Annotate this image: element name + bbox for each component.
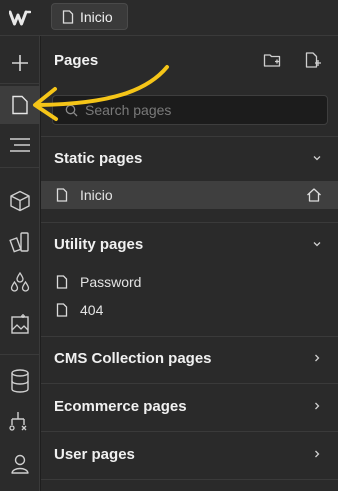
section-static-pages[interactable]: Static pages [41,138,338,178]
chevron-right-icon [315,354,320,362]
swatch-icon [9,232,29,253]
page-label: Password [80,274,142,290]
section-divider [41,222,338,223]
section-utility-pages[interactable]: Utility pages [41,224,338,264]
current-page-label: Inicio [80,8,113,25]
new-folder-icon[interactable] [263,52,281,68]
section-title: User pages [54,445,135,463]
page-label: Inicio [80,187,113,203]
ecommerce-button[interactable] [0,403,40,441]
section-divider [41,479,338,480]
page-icon [56,188,68,202]
new-page-icon[interactable] [304,52,322,68]
rail-divider [0,83,40,84]
panel-header: Pages [41,36,338,84]
image-icon [11,314,29,334]
rail-divider [0,354,40,355]
logic-flow-icon [9,412,27,431]
section-ecommerce-pages[interactable]: Ecommerce pages [41,386,338,426]
webflow-logo-icon[interactable] [9,9,31,27]
cms-button[interactable] [0,362,40,400]
top-bar: Inicio [0,0,338,36]
page-row-404[interactable]: 404 [41,296,338,324]
page-row-inicio[interactable]: Inicio [41,181,338,209]
section-divider [41,136,338,137]
section-title: Ecommerce pages [54,397,187,415]
section-divider [41,383,338,384]
pages-panel: Pages Static pages Inicio Utility p [41,36,338,491]
page-icon [56,303,68,317]
chevron-right-icon [315,450,320,458]
search-box[interactable] [52,95,328,125]
chevron-down-icon [313,156,321,161]
plus-icon [12,55,28,71]
components-button[interactable] [0,182,40,220]
section-user-pages[interactable]: User pages [41,434,338,474]
droplets-icon [10,271,30,292]
page-icon [56,275,68,289]
chevron-right-icon [315,402,320,410]
search-icon [65,104,78,117]
current-page-selector[interactable]: Inicio [51,3,128,30]
chevron-down-icon [313,242,321,247]
page-icon [12,95,28,115]
page-icon [62,9,74,24]
rail-divider [0,167,40,168]
variables-button[interactable] [0,223,40,261]
styles-button[interactable] [0,263,40,301]
page-row-password[interactable]: Password [41,268,338,296]
search-input[interactable] [85,96,321,124]
cube-icon [10,190,30,212]
page-label: 404 [80,302,104,318]
navigator-icon [10,138,30,152]
database-icon [11,369,29,393]
section-divider [41,336,338,337]
home-icon[interactable] [306,187,322,203]
panel-title: Pages [54,51,99,69]
assets-button[interactable] [0,305,40,343]
section-title: Utility pages [54,235,144,253]
user-icon [11,454,29,474]
section-title: CMS Collection pages [54,349,212,367]
left-toolbar [0,36,40,491]
section-cms-collection-pages[interactable]: CMS Collection pages [41,338,338,378]
users-button[interactable] [0,445,40,483]
pages-button[interactable] [0,86,40,124]
add-element-button[interactable] [0,44,40,82]
section-divider [41,431,338,432]
section-title: Static pages [54,149,143,167]
navigator-button[interactable] [0,126,40,164]
